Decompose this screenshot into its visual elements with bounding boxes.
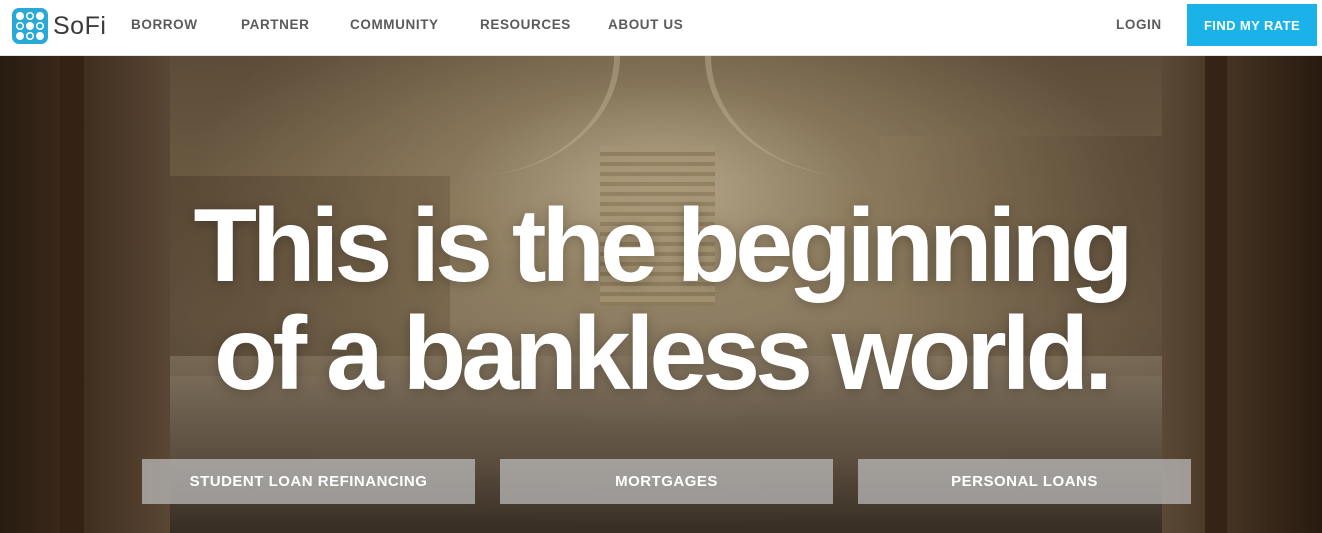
nav-community[interactable]: COMMUNITY (350, 0, 439, 50)
student-loan-refinancing-button[interactable]: STUDENT LOAN REFINANCING (142, 459, 475, 504)
find-my-rate-button[interactable]: FIND MY RATE (1187, 4, 1317, 46)
sofi-dots-logo-icon (12, 8, 48, 44)
nav-resources[interactable]: RESOURCES (480, 0, 571, 50)
personal-loans-button[interactable]: PERSONAL LOANS (858, 459, 1191, 504)
hero-headline-line-2: of a bankless world. (213, 296, 1113, 412)
nav-about-us[interactable]: ABOUT US (608, 0, 683, 50)
hero-section: This is the beginning of a bankless worl… (0, 56, 1322, 533)
nav-partner[interactable]: PARTNER (241, 0, 309, 50)
sofi-logo[interactable]: SoFi (12, 8, 106, 44)
login-link[interactable]: LOGIN (1116, 0, 1162, 50)
nav-borrow[interactable]: BORROW (131, 0, 198, 50)
hero-headline: This is the beginning of a bankless worl… (0, 192, 1322, 408)
site-header: SoFi BORROW PARTNER COMMUNITY RESOURCES … (0, 0, 1322, 56)
brand-name: SoFi (53, 11, 107, 40)
hero-headline-line-1: This is the beginning (193, 188, 1134, 304)
mortgages-button[interactable]: MORTGAGES (500, 459, 833, 504)
